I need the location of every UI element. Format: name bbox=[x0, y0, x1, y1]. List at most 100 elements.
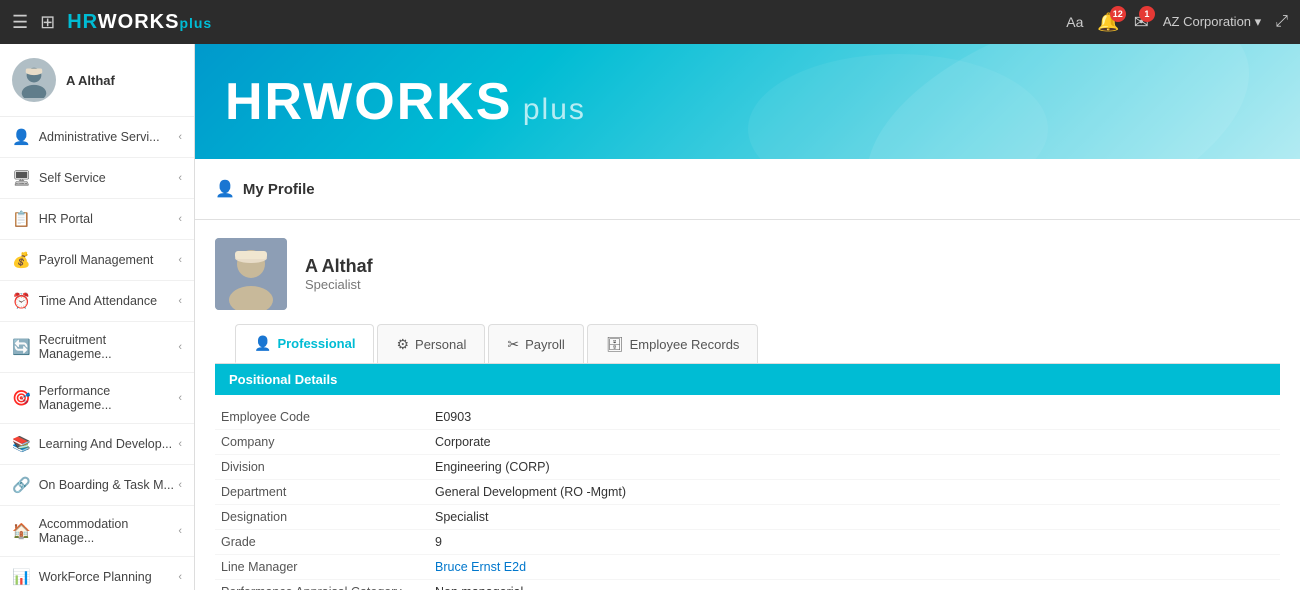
chevron-icon: ‹ bbox=[178, 131, 182, 143]
accommodation-icon: 🏠 bbox=[12, 522, 31, 540]
label-department: Department bbox=[215, 485, 435, 499]
label-line-manager: Line Manager bbox=[215, 560, 435, 574]
sidebar-label-workforce: WorkForce Planning bbox=[39, 570, 152, 584]
user-avatar bbox=[12, 58, 56, 102]
sidebar-label-performance: Performance Manageme... bbox=[39, 384, 179, 412]
sidebar-item-self-service[interactable]: 🖥 Self Service ‹ bbox=[0, 158, 194, 199]
logo: HRWORKSplus bbox=[67, 11, 212, 34]
share-icon[interactable]: ⤢ bbox=[1275, 13, 1288, 31]
label-company: Company bbox=[215, 435, 435, 449]
chevron-icon-2: ‹ bbox=[178, 172, 182, 184]
detail-row-grade: Grade 9 bbox=[215, 530, 1280, 555]
profile-designation: Specialist bbox=[305, 277, 373, 292]
logo-hr: HR bbox=[67, 11, 98, 33]
detail-row-division: Division Engineering (CORP) bbox=[215, 455, 1280, 480]
profile-info-row: A Althaf Specialist bbox=[215, 238, 1280, 310]
profile-avatar bbox=[215, 238, 287, 310]
label-appraisal: Performance Appraisal Category bbox=[215, 585, 435, 590]
sidebar-item-hr-portal[interactable]: 📋 HR Portal ‹ bbox=[0, 199, 194, 240]
profile-tabs: 👤 Professional ⚙ Personal ✂ Payroll 🗄 Em… bbox=[215, 324, 1280, 364]
chevron-icon-4: ‹ bbox=[178, 254, 182, 266]
sidebar-item-workforce[interactable]: 📊 WorkForce Planning ‹ bbox=[0, 557, 194, 590]
admin-icon: 👤 bbox=[12, 128, 31, 146]
notifications-button[interactable]: 🔔 12 bbox=[1097, 12, 1119, 33]
value-designation: Specialist bbox=[435, 510, 489, 524]
sidebar-username: A Althaf bbox=[66, 73, 115, 88]
sidebar-item-performance[interactable]: 🎯 Performance Manageme... ‹ bbox=[0, 373, 194, 424]
personal-tab-icon: ⚙ bbox=[396, 336, 409, 353]
sidebar-user: A Althaf bbox=[0, 44, 194, 117]
time-icon: ⏰ bbox=[12, 292, 31, 310]
personal-tab-label: Personal bbox=[415, 337, 466, 352]
payroll-tab-label: Payroll bbox=[525, 337, 565, 352]
sidebar-item-recruitment[interactable]: 🔄 Recruitment Manageme... ‹ bbox=[0, 322, 194, 373]
sidebar-label-onboarding: On Boarding & Task M... bbox=[39, 478, 174, 492]
sidebar-label-hr-portal: HR Portal bbox=[39, 212, 93, 226]
section-title: Positional Details bbox=[229, 372, 337, 387]
logo-plus: plus bbox=[179, 15, 212, 31]
company-dropdown-arrow: ▾ bbox=[1255, 14, 1262, 29]
value-employee-code: E0903 bbox=[435, 410, 471, 424]
performance-icon: 🎯 bbox=[12, 389, 31, 407]
content-area: HRWORKS plus 👤 My Profile bbox=[195, 44, 1300, 590]
detail-row-designation: Designation Specialist bbox=[215, 505, 1280, 530]
sidebar-label-admin: Administrative Servi... bbox=[39, 130, 160, 144]
tab-payroll[interactable]: ✂ Payroll bbox=[488, 324, 583, 363]
label-employee-code: Employee Code bbox=[215, 410, 435, 424]
chevron-icon-8: ‹ bbox=[178, 438, 182, 450]
sidebar-label-payroll: Payroll Management bbox=[39, 253, 154, 267]
mail-badge: 1 bbox=[1139, 6, 1155, 22]
main-layout: A Althaf 👤 Administrative Servi... ‹ 🖥 S… bbox=[0, 44, 1300, 590]
company-name-text: AZ Corporation bbox=[1163, 14, 1251, 29]
chevron-icon-5: ‹ bbox=[178, 295, 182, 307]
sidebar-item-payroll[interactable]: 💰 Payroll Management ‹ bbox=[0, 240, 194, 281]
sidebar-item-accommodation[interactable]: 🏠 Accommodation Manage... ‹ bbox=[0, 506, 194, 557]
sidebar-label-self-service: Self Service bbox=[39, 171, 106, 185]
grid-icon[interactable]: ⊞ bbox=[40, 12, 55, 33]
profile-name-area: A Althaf Specialist bbox=[305, 256, 373, 292]
profile-person-icon: 👤 bbox=[215, 179, 235, 199]
tab-employee-records[interactable]: 🗄 Employee Records bbox=[587, 324, 759, 363]
value-department: General Development (RO -Mgmt) bbox=[435, 485, 626, 499]
value-division: Engineering (CORP) bbox=[435, 460, 550, 474]
professional-tab-label: Professional bbox=[277, 336, 355, 351]
employee-records-tab-icon: 🗄 bbox=[606, 336, 624, 353]
tab-personal[interactable]: ⚙ Personal bbox=[377, 324, 485, 363]
profile-header-row: 👤 My Profile bbox=[215, 171, 1280, 207]
nav-left: ☰ ⊞ HRWORKSplus bbox=[12, 11, 212, 34]
detail-row-department: Department General Development (RO -Mgmt… bbox=[215, 480, 1280, 505]
my-profile-section: 👤 My Profile bbox=[195, 159, 1300, 219]
notification-badge: 12 bbox=[1110, 6, 1126, 22]
positional-details-header: Positional Details bbox=[215, 364, 1280, 395]
sidebar-item-learning[interactable]: 📚 Learning And Develop... ‹ bbox=[0, 424, 194, 465]
value-grade: 9 bbox=[435, 535, 442, 549]
mail-button[interactable]: ✉ 1 bbox=[1134, 12, 1149, 33]
chevron-icon-9: ‹ bbox=[178, 479, 182, 491]
workforce-icon: 📊 bbox=[12, 568, 31, 586]
positional-details-container: Positional Details Employee Code E0903 C… bbox=[195, 364, 1300, 590]
chevron-icon-10: ‹ bbox=[178, 525, 182, 537]
sidebar-label-recruitment: Recruitment Manageme... bbox=[39, 333, 179, 361]
sidebar-label-learning: Learning And Develop... bbox=[39, 437, 172, 451]
chevron-icon-6: ‹ bbox=[178, 341, 182, 353]
page-title: My Profile bbox=[243, 181, 315, 198]
logo-works: WORKS bbox=[98, 11, 180, 33]
value-line-manager[interactable]: Bruce Ernst E2d bbox=[435, 560, 526, 574]
banner-logo: HRWORKS plus bbox=[225, 72, 586, 132]
tab-professional[interactable]: 👤 Professional bbox=[235, 324, 374, 363]
banner-logo-hr: HR bbox=[225, 73, 303, 131]
font-size-button[interactable]: Aa bbox=[1066, 14, 1083, 30]
top-navigation: ☰ ⊞ HRWORKSplus Aa 🔔 12 ✉ 1 AZ Corporati… bbox=[0, 0, 1300, 44]
professional-tab-icon: 👤 bbox=[254, 335, 271, 352]
profile-name: A Althaf bbox=[305, 256, 373, 277]
sidebar-item-onboarding[interactable]: 🔗 On Boarding & Task M... ‹ bbox=[0, 465, 194, 506]
value-company: Corporate bbox=[435, 435, 491, 449]
profile-card: A Althaf Specialist 👤 Professional ⚙ Per… bbox=[195, 220, 1300, 364]
company-dropdown[interactable]: AZ Corporation ▾ bbox=[1163, 14, 1261, 30]
hamburger-icon[interactable]: ☰ bbox=[12, 12, 28, 33]
banner: HRWORKS plus bbox=[195, 44, 1300, 159]
onboarding-icon: 🔗 bbox=[12, 476, 31, 494]
sidebar-item-admin[interactable]: 👤 Administrative Servi... ‹ bbox=[0, 117, 194, 158]
chevron-icon-7: ‹ bbox=[178, 392, 182, 404]
sidebar-item-time[interactable]: ⏰ Time And Attendance ‹ bbox=[0, 281, 194, 322]
